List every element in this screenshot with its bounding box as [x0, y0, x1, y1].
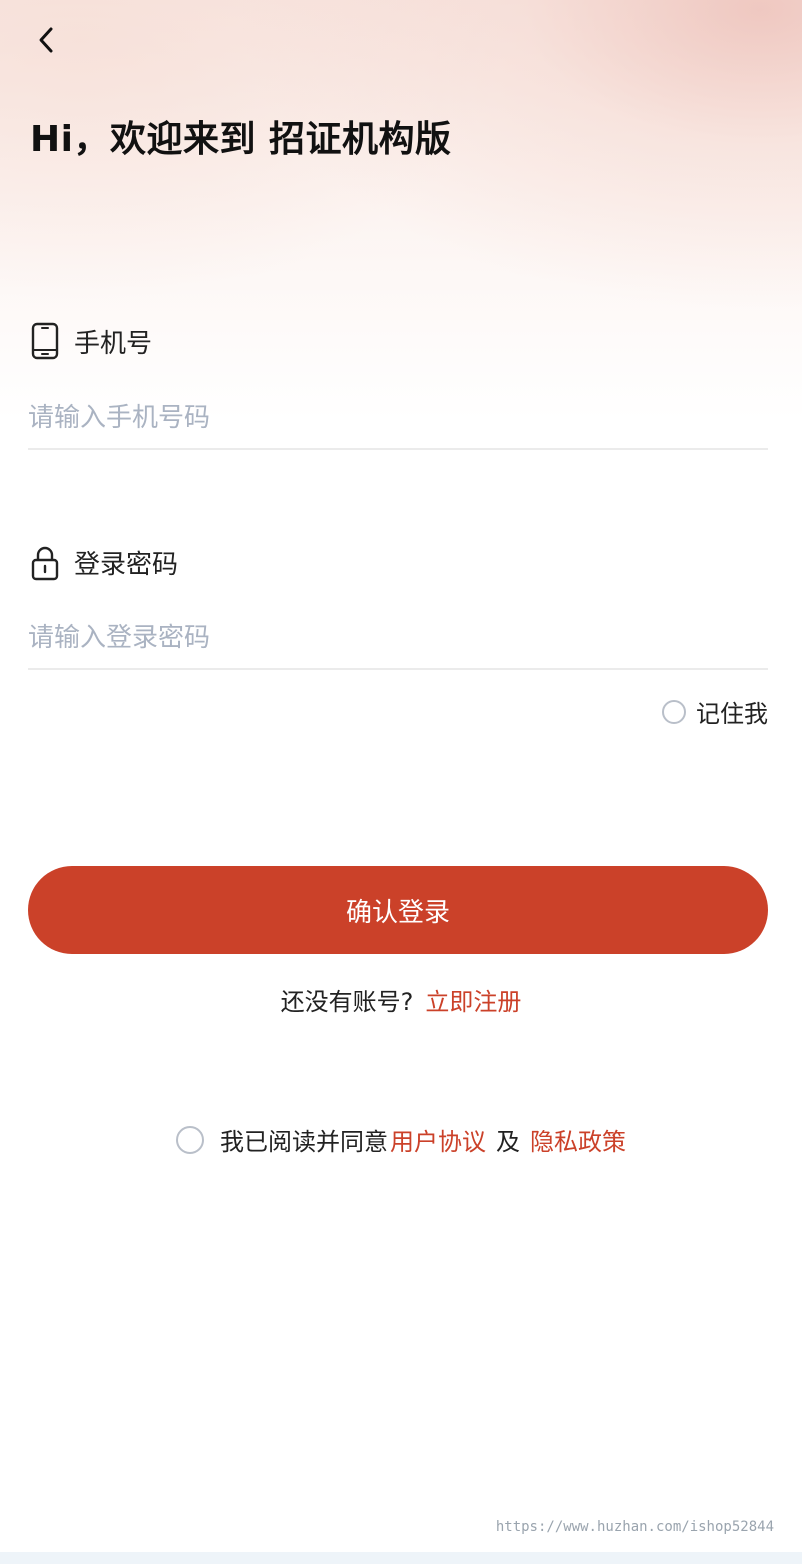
- agreement-text: 我已阅读并同意: [220, 1128, 388, 1156]
- user-agreement-link[interactable]: 用户协议: [390, 1122, 486, 1157]
- phone-field-label: 手机号: [74, 328, 153, 359]
- register-prompt-text: 还没有账号?: [280, 988, 414, 1016]
- agreement-conjunction: 及: [496, 1128, 520, 1156]
- password-field-label: 登录密码: [74, 550, 179, 580]
- login-button[interactable]: 确认登录: [28, 866, 768, 954]
- agreement-row: 我已阅读并同意 用户协议 及 隐私政策: [0, 1122, 802, 1157]
- password-input[interactable]: [28, 608, 768, 670]
- page-title: Hi，欢迎来到 招证机构版: [30, 119, 452, 160]
- register-link[interactable]: 立即注册: [425, 988, 521, 1016]
- watermark-url: https://www.huzhan.com/ishop52844: [495, 1519, 774, 1535]
- agreement-radio[interactable]: [176, 1125, 204, 1154]
- phone-field-label-row: 手机号: [30, 322, 152, 360]
- mobile-phone-icon: [31, 322, 59, 360]
- phone-input[interactable]: [28, 388, 768, 450]
- lock-icon: [31, 546, 59, 580]
- chevron-left-icon: [39, 27, 53, 53]
- remember-me-radio[interactable]: [662, 699, 686, 724]
- privacy-policy-link[interactable]: 隐私政策: [530, 1122, 626, 1157]
- remember-me-toggle[interactable]: 记住我: [662, 694, 768, 729]
- password-field-label-row: 登录密码: [30, 544, 178, 581]
- register-prompt: 还没有账号? 立即注册: [0, 982, 802, 1017]
- remember-me-label: 记住我: [696, 700, 768, 728]
- back-button[interactable]: [30, 22, 62, 58]
- bottom-bar: [0, 1552, 802, 1564]
